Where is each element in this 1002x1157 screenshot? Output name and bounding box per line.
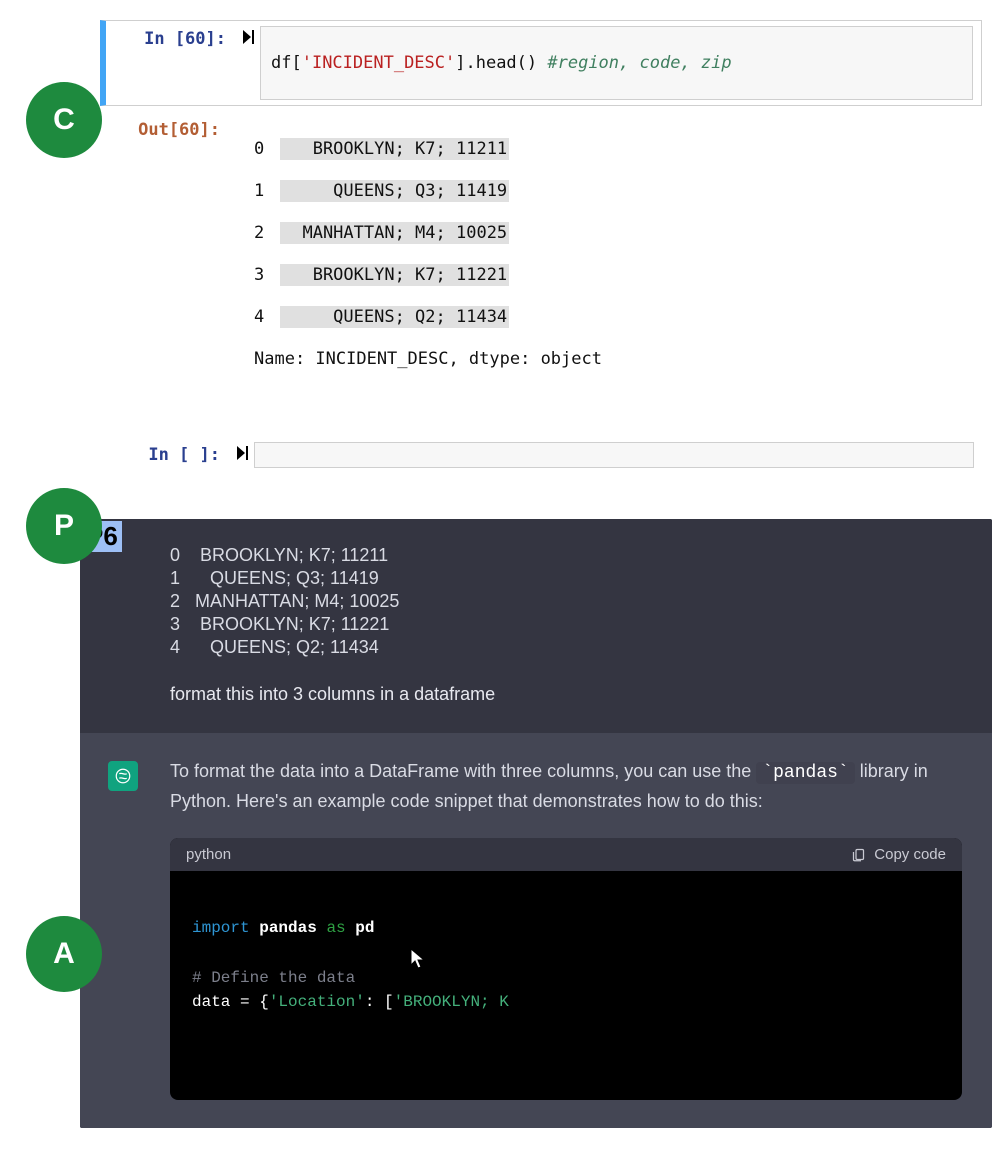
copy-code-button[interactable]: Copy code: [851, 846, 946, 863]
clipboard-icon: [851, 847, 866, 862]
output-row: 0 BROOKLYN; K7; 11211: [254, 138, 982, 160]
jupyter-panel: In [60]: df['INCIDENT_DESC'].head() #reg…: [0, 0, 1002, 489]
code-token: ].head(): [455, 53, 547, 73]
code-body[interactable]: import pandas as pd # Define the data da…: [170, 871, 962, 1100]
code-token: : [: [365, 993, 394, 1011]
output-footer: Name: INCIDENT_DESC, dtype: object: [254, 348, 982, 370]
assistant-text: To format the data into a DataFrame with…: [170, 757, 962, 817]
output-index: 0: [254, 138, 272, 160]
code-token: as: [326, 919, 345, 937]
output-value: BROOKLYN; K7; 11221: [280, 264, 509, 286]
code-token-comment: # Define the data: [192, 969, 355, 987]
code-token: data = {: [192, 993, 269, 1011]
code-input[interactable]: df['INCIDENT_DESC'].head() #region, code…: [260, 26, 973, 100]
output-value: QUEENS; Q3; 11419: [280, 180, 509, 202]
badge-a: A: [26, 916, 102, 992]
jupyter-code-cell[interactable]: In [60]: df['INCIDENT_DESC'].head() #reg…: [100, 20, 982, 106]
run-cell-icon[interactable]: [230, 437, 254, 473]
in-prompt: In [60]:: [106, 21, 236, 105]
code-token: pd: [355, 919, 374, 937]
badge-p: P: [26, 488, 102, 564]
code-token: 'BROOKLYN; K: [394, 993, 509, 1011]
output-row: 3 BROOKLYN; K7; 11221: [254, 264, 982, 286]
user-data-row: 1 QUEENS; Q3; 11419: [170, 568, 962, 589]
chat-assistant-message: To format the data into a DataFrame with…: [80, 733, 992, 1128]
chat-panel: P6 0 BROOKLYN; K7; 11211 1 QUEENS; Q3; 1…: [80, 519, 992, 1128]
code-block: python Copy code import pandas as pd # D…: [170, 838, 962, 1100]
output-index: 1: [254, 180, 272, 202]
code-token: 'Location': [269, 993, 365, 1011]
code-token: import: [192, 919, 250, 937]
user-data-row: 0 BROOKLYN; K7; 11211: [170, 545, 962, 566]
assistant-text-part: To format the data into a DataFrame with…: [170, 761, 756, 781]
jupyter-output-cell: Out[60]: 0 BROOKLYN; K7; 11211 1 QUEENS;…: [100, 112, 982, 421]
output-row: 1 QUEENS; Q3; 11419: [254, 180, 982, 202]
jupyter-empty-cell[interactable]: In [ ]:: [100, 437, 982, 473]
output-row: 2 MANHATTAN; M4; 10025: [254, 222, 982, 244]
user-data-row: 3 BROOKLYN; K7; 11221: [170, 614, 962, 635]
user-data-row: 2 MANHATTAN; M4; 10025: [170, 591, 962, 612]
output-area: 0 BROOKLYN; K7; 11211 1 QUEENS; Q3; 1141…: [254, 112, 982, 421]
output-index: 3: [254, 264, 272, 286]
code-token: pandas: [259, 919, 317, 937]
output-value: BROOKLYN; K7; 11211: [280, 138, 509, 160]
in-prompt-empty: In [ ]:: [100, 437, 230, 473]
output-index: 2: [254, 222, 272, 244]
output-row: 4 QUEENS; Q2; 11434: [254, 306, 982, 328]
code-block-header: python Copy code: [170, 838, 962, 871]
assistant-avatar-icon: [108, 761, 138, 791]
output-value: MANHATTAN; M4; 10025: [280, 222, 509, 244]
code-token-comment: #region, code, zip: [547, 53, 731, 73]
code-token: df[: [271, 53, 302, 73]
spacer: [230, 112, 254, 421]
output-index: 4: [254, 306, 272, 328]
chat-user-message: 0 BROOKLYN; K7; 11211 1 QUEENS; Q3; 1141…: [80, 519, 992, 733]
badge-c: C: [26, 82, 102, 158]
user-instruction: format this into 3 columns in a datafram…: [170, 684, 962, 705]
code-token: 'INCIDENT_DESC': [302, 53, 456, 73]
code-input-empty[interactable]: [254, 442, 974, 468]
code-language-label: python: [186, 846, 231, 863]
copy-code-label: Copy code: [874, 846, 946, 863]
user-data-row: 4 QUEENS; Q2; 11434: [170, 637, 962, 658]
out-prompt: Out[60]:: [100, 112, 230, 421]
inline-code: `pandas`: [756, 762, 854, 784]
output-value: QUEENS; Q2; 11434: [280, 306, 509, 328]
run-cell-icon[interactable]: [236, 21, 260, 105]
